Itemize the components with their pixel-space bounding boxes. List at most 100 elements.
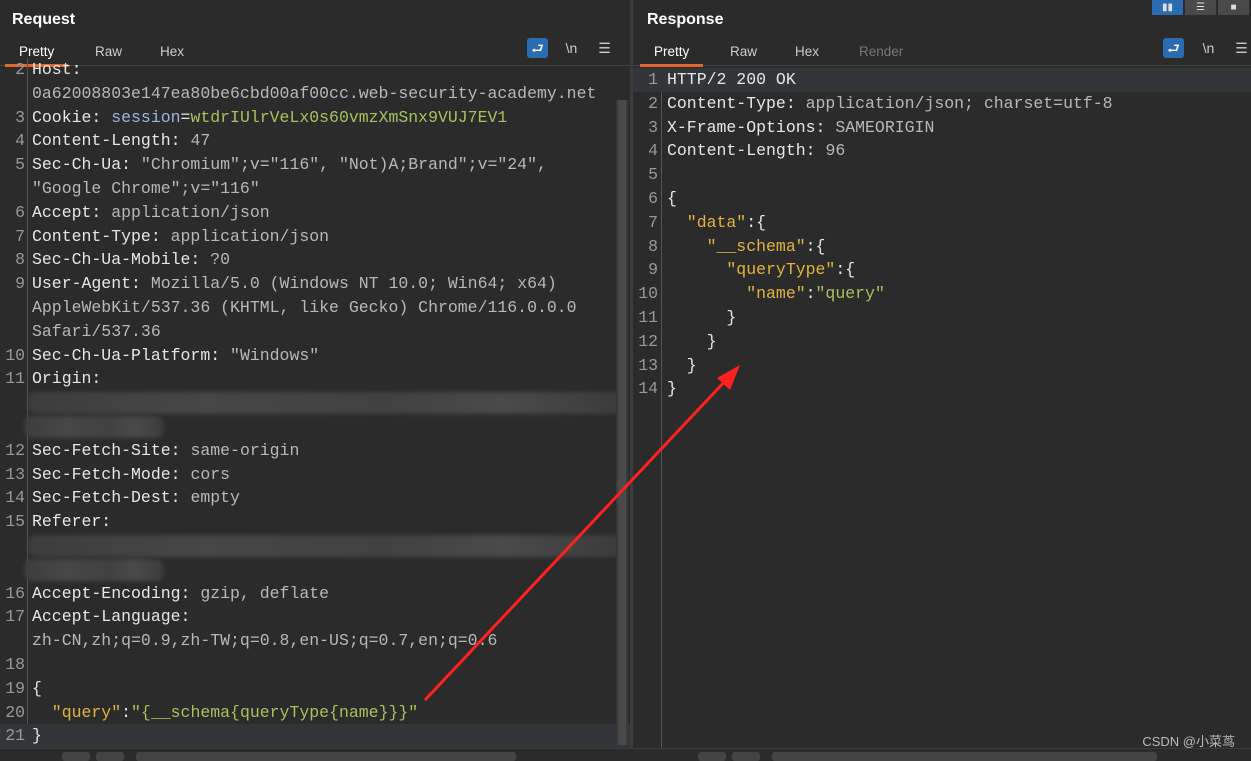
code-line: 4 Content-Length: 96 [633, 139, 1251, 163]
line-number: 10 [5, 345, 25, 365]
line-number: 14 [638, 379, 658, 399]
redacted-text [24, 415, 164, 438]
split-horizontal-icon[interactable]: ▮▮ [1152, 0, 1183, 15]
tab-hex[interactable]: Hex [160, 44, 184, 59]
token: Host: [32, 60, 82, 79]
token: Cookie: [32, 107, 112, 127]
token: } [667, 307, 737, 327]
response-tabs: Pretty Raw Hex Render [633, 42, 1251, 67]
watermark: CSDN @小菜茑 [1142, 734, 1235, 749]
token: HTTP/2 200 OK [667, 70, 796, 89]
token: 0a62008803e147ea80be6cbd00af00cc.web-sec… [32, 83, 597, 103]
token: zh-CN,zh;q=0.9,zh-TW;q=0.8,en-US;q=0.7,e… [32, 631, 498, 651]
line-number: 2 [15, 60, 25, 79]
line-number: 14 [5, 488, 25, 508]
tab-render[interactable]: Render [859, 44, 903, 59]
code-line: 9 User-Agent: Mozilla/5.0 (Windows NT 10.… [0, 272, 630, 296]
line-text: Accept-Encoding: gzip, deflate [32, 582, 329, 606]
line-number: 1 [648, 70, 658, 89]
request-editor[interactable]: 2 Host: 0a62008803e147ea80be6cbd00af00cc.w… [0, 58, 630, 748]
line-number: 19 [5, 678, 25, 698]
split-vertical-icon[interactable]: ☰ [1185, 0, 1216, 15]
token: Sec-Fetch-Mode: [32, 464, 191, 484]
token: 96 [825, 141, 846, 161]
wrap-icon[interactable]: ⮐ [1163, 38, 1184, 58]
line-text: } [667, 306, 736, 330]
code-line: Safari/537.36 [0, 320, 630, 344]
newline-icon[interactable]: \n [1198, 38, 1219, 58]
line-text: HTTP/2 200 OK [667, 68, 796, 92]
code-line: 2 Content-Type: application/json; charset… [633, 92, 1251, 116]
tab-hex[interactable]: Hex [795, 44, 819, 59]
menu-icon[interactable]: ☰ [594, 38, 615, 58]
token: Origin: [32, 369, 102, 389]
code-line: 14} [633, 377, 1251, 401]
line-text: Sec-Ch-Ua-Platform: "Windows" [32, 344, 319, 368]
token: cors [190, 464, 231, 484]
line-number: 6 [648, 188, 658, 208]
line-text: "name":"query" [667, 282, 885, 306]
token: { [32, 678, 42, 698]
tab-raw[interactable]: Raw [730, 44, 757, 59]
line-text: 0a62008803e147ea80be6cbd00af00cc.web-sec… [32, 82, 596, 106]
code-line: 16 Accept-Encoding: gzip, deflate [0, 582, 630, 606]
token: Accept-Encoding: [32, 583, 201, 603]
code-line: 13 Sec-Fetch-Mode: cors [0, 463, 630, 487]
single-pane-icon[interactable]: ■ [1218, 0, 1249, 15]
token: "Windows" [230, 345, 320, 365]
tab-pretty[interactable]: Pretty [4, 44, 69, 67]
line-text: { [32, 677, 42, 701]
code-line [0, 415, 630, 439]
line-text: Sec-Fetch-Dest: empty [32, 486, 240, 510]
request-scrollbar[interactable] [616, 100, 628, 745]
line-text: "queryType":{ [667, 258, 855, 282]
line-text: Safari/537.36 [32, 320, 161, 344]
line-number: 5 [15, 155, 25, 175]
token: "query" [815, 284, 885, 304]
token: Content-Length: [667, 141, 826, 161]
redacted-text [28, 534, 623, 557]
token: Accept-Language: [32, 607, 201, 627]
line-text: Sec-Fetch-Mode: cors [32, 463, 230, 487]
code-line: 19 { [0, 677, 630, 701]
wrap-icon[interactable]: ⮐ [527, 38, 548, 58]
line-number: 8 [648, 236, 658, 256]
token: SAMEORIGIN [835, 117, 935, 137]
token: "queryType" [667, 260, 836, 280]
token: } [32, 726, 42, 746]
line-text: Accept-Language: [32, 605, 200, 629]
token: "Chromium";v="116", "Not)A;Brand";v="24"… [140, 155, 547, 175]
menu-icon[interactable]: ☰ [1231, 38, 1251, 58]
redacted-text [24, 558, 164, 581]
code-line: 18 [0, 653, 630, 677]
line-number: 9 [15, 274, 25, 294]
token: } [667, 379, 677, 399]
newline-icon[interactable]: \n [561, 38, 582, 58]
response-title: Response [647, 11, 724, 28]
token: "Google Chrome";v="116" [32, 178, 260, 198]
tab-raw[interactable]: Raw [95, 44, 122, 59]
line-text: Sec-Fetch-Site: same-origin [32, 439, 299, 463]
scrollbar-thumb[interactable] [618, 100, 626, 745]
line-number: 20 [5, 702, 25, 722]
token: same-origin [190, 440, 300, 460]
line-text: User-Agent: Mozilla/5.0 (Windows NT 10.0… [32, 272, 557, 296]
code-line: 6{ [633, 187, 1251, 211]
code-line: 5 Sec-Ch-Ua: "Chromium";v="116", "Not)A;B… [0, 153, 630, 177]
line-number: 18 [5, 654, 25, 674]
token: "__schema" [667, 236, 806, 256]
token: :{ [835, 260, 856, 280]
code-line: 11 Origin: [0, 367, 630, 391]
token: Content-Length: [32, 131, 191, 151]
line-number: 3 [15, 107, 25, 127]
line-number: 13 [5, 464, 25, 484]
tab-pretty[interactable]: Pretty [639, 44, 704, 67]
token: X-Frame-Options: [667, 117, 836, 137]
token: "data" [667, 212, 747, 232]
response-editor[interactable]: 1 HTTP/2 200 OK 2 Content-Type: application… [633, 68, 1251, 748]
code-line: 6 Accept: application/json [0, 201, 630, 225]
line-text: { [667, 187, 677, 211]
line-text: "query":"{__schema{queryType{name}}}" [32, 701, 418, 725]
line-text: Content-Length: 96 [667, 139, 845, 163]
line-text: "data":{ [667, 211, 766, 235]
